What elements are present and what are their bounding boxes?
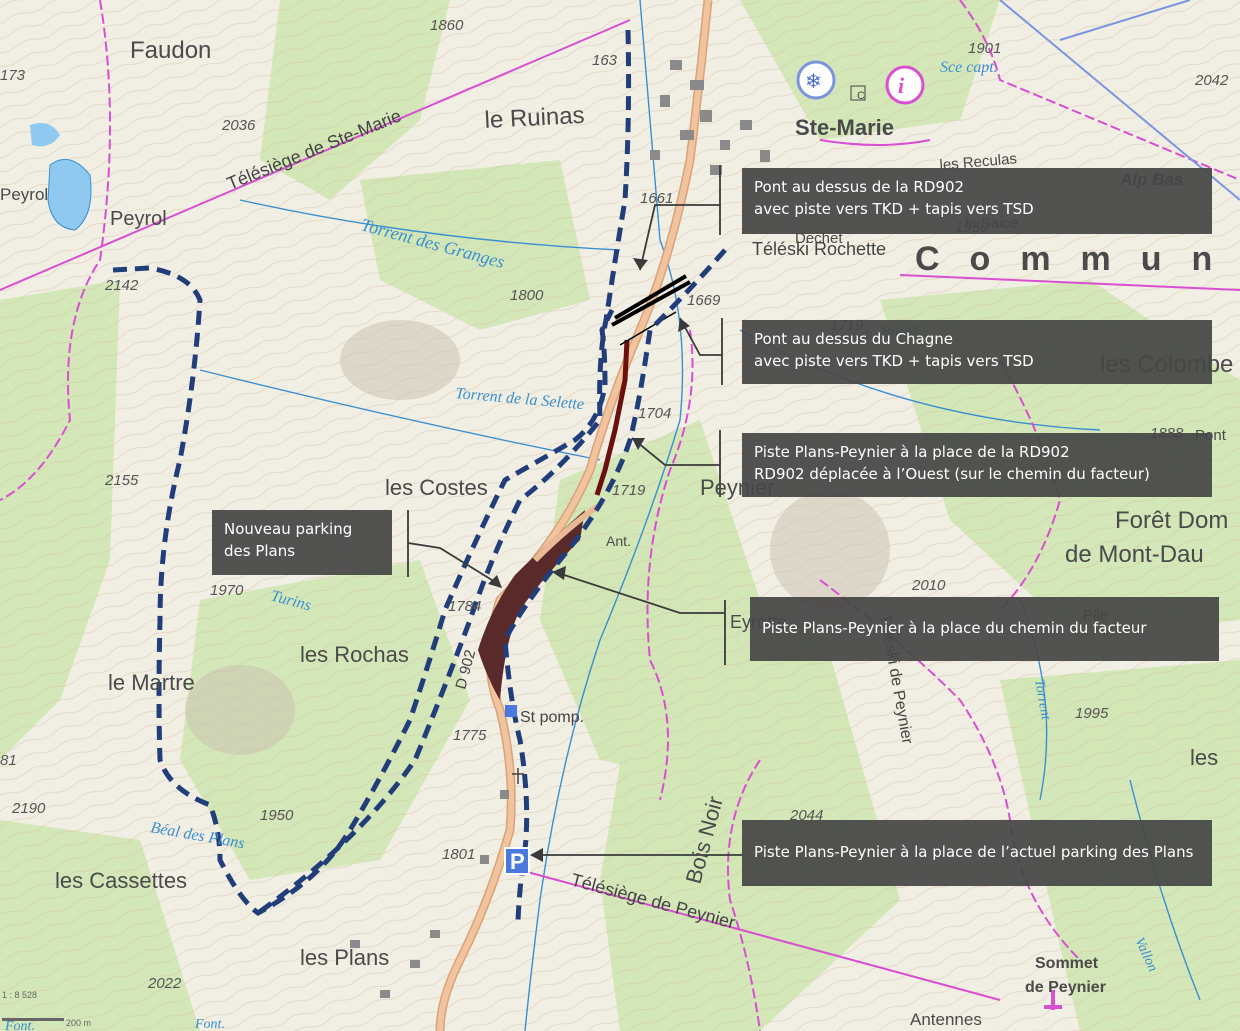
place-name-label: Ste-Marie (795, 115, 894, 140)
callout-line: Piste Plans-Peynier à la place du chemin… (762, 619, 1147, 637)
callout-piste-facteur: Piste Plans-Peynier à la place du chemin… (750, 597, 1219, 661)
place-name-label: Sommet (1035, 955, 1099, 972)
callout-line: des Plans (224, 542, 296, 560)
place-name-label: Forêt Dom (1115, 507, 1228, 534)
elevation-label: 2190 (11, 800, 46, 817)
lift-label-label: Téléski Rochette (752, 239, 886, 259)
callout-line: avec piste vers TKD + tapis vers TSD (754, 200, 1034, 218)
place-name-label: les (1190, 745, 1218, 770)
elevation-label: 81 (0, 752, 17, 769)
scale-ratio: 1 : 8 528 (2, 990, 38, 1000)
elevation-label: 1784 (448, 598, 481, 615)
elevation-label: 1995 (1075, 705, 1109, 722)
road-label-label: St pomp. (520, 709, 584, 726)
elevation-label: 2022 (147, 975, 182, 992)
callout-line: Piste Plans-Peynier à la place de l’actu… (754, 843, 1194, 861)
elevation-label: 2142 (104, 277, 139, 294)
lake (47, 158, 92, 231)
callout-new-parking: Nouveau parking des Plans (212, 510, 392, 575)
info-badge-icon: i (885, 65, 925, 105)
place-name-label: C (857, 90, 865, 102)
callout-bridge-rd902: Pont au dessus de la RD902 avec piste ve… (742, 168, 1212, 234)
elevation-label: 1775 (453, 727, 487, 744)
place-name-label: les Plans (300, 945, 389, 970)
place-name-label: le Ruinas (484, 102, 585, 134)
elevation-label: 1800 (510, 287, 544, 304)
scale-distance: 200 m (66, 1018, 92, 1028)
elevation-label: 2042 (1194, 72, 1229, 89)
water-name-label: Font. (194, 1017, 225, 1031)
elevation-label: 163 (592, 52, 618, 69)
place-name-label: Ant. (606, 533, 631, 549)
scale-bar (2, 1018, 64, 1021)
elevation-label: 1704 (638, 405, 671, 422)
elevation-label: 2155 (104, 472, 139, 489)
svg-text:❄: ❄ (805, 69, 822, 93)
place-name-label: Faudon (130, 37, 211, 64)
place-name-label: Antennes (910, 1010, 982, 1029)
place-name-label: les Costes (385, 475, 488, 500)
place-name-label: les Cassettes (55, 868, 187, 893)
elevation-label: 1801 (442, 846, 475, 863)
callout-line: Piste Plans-Peynier à la place de la RD9… (754, 443, 1070, 461)
elevation-label: 1950 (260, 807, 294, 824)
water-name-label: Sce capt. (940, 59, 998, 76)
svg-text:i: i (898, 73, 905, 98)
callout-piste-rd902: Piste Plans-Peynier à la place de la RD9… (742, 433, 1212, 497)
place-name-label: les Rochas (300, 642, 409, 667)
snowflake-badge-icon: ❄ (796, 60, 836, 100)
elevation-label: 173 (0, 67, 26, 84)
elevation-label: 1661 (640, 190, 673, 207)
callout-line: Nouveau parking (224, 520, 353, 538)
callout-line: avec piste vers TKD + tapis vers TSD (754, 352, 1034, 370)
callout-line: RD902 déplacée à l’Ouest (sur le chemin … (754, 465, 1150, 483)
place-name-label: de Mont-Dau (1065, 541, 1204, 568)
callout-line: Pont au dessus de la RD902 (754, 178, 965, 196)
elevation-label: 1860 (430, 17, 464, 34)
elevation-label: 1970 (210, 582, 244, 599)
elevation-label: 1719 (612, 482, 646, 499)
svg-text:P: P (510, 849, 525, 874)
place-name-label: Commune (915, 240, 1240, 278)
pump-station-icon (505, 705, 517, 717)
elevation-label: 2036 (221, 117, 256, 134)
callout-bridge-chagne: Pont au dessus du Chagne avec piste vers… (742, 320, 1212, 384)
parking-icon: P (504, 847, 530, 875)
callout-line: Pont au dessus du Chagne (754, 330, 954, 348)
callout-piste-parking: Piste Plans-Peynier à la place de l’actu… (742, 820, 1212, 886)
elevation-label: 2010 (911, 577, 946, 594)
elevation-label: 1901 (968, 40, 1001, 57)
elevation-label: 1669 (687, 292, 721, 309)
map-view[interactable]: P ❄ i Faudon le Ruinas Ste-Marie Peyrol Peyr… (0, 0, 1240, 1031)
place-name-label: de Peynier (1025, 979, 1106, 996)
place-name-label: Peyrol (110, 208, 167, 230)
place-name-label: Peyrol (0, 185, 48, 204)
place-name-label: le Martre (108, 670, 195, 695)
